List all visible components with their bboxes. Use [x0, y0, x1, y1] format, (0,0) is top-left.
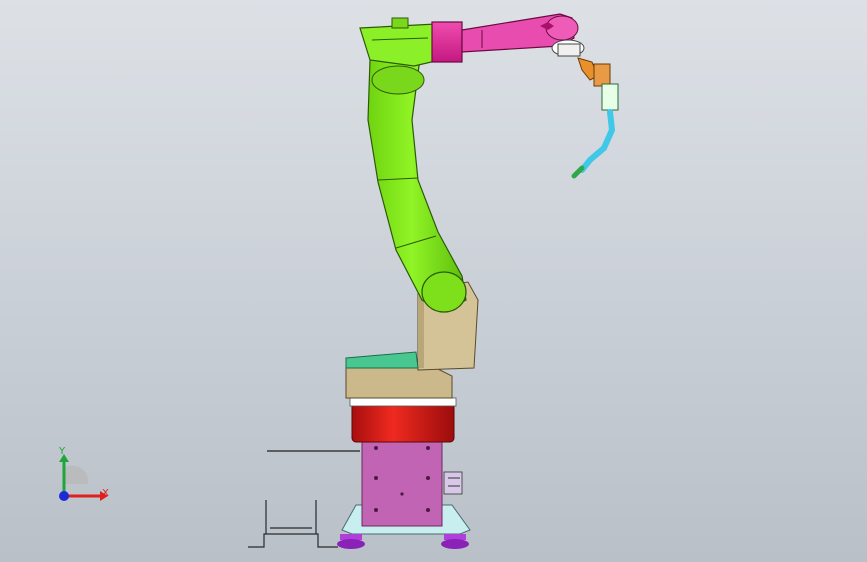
robot-model-canvas[interactable]: X Y [0, 0, 867, 562]
shoulder-cover [345, 351, 419, 369]
leveling-feet [337, 534, 469, 549]
coordinate-triad: X Y [58, 446, 109, 501]
torch-nozzle [571, 165, 585, 179]
floor-bracket [248, 500, 338, 548]
forearm[interactable] [431, 13, 579, 63]
y-axis-label: Y [58, 446, 66, 457]
cad-viewport[interactable]: X Y [0, 0, 867, 562]
welding-torch[interactable] [571, 83, 619, 179]
base-ring-flange [349, 397, 457, 407]
z-axis-dot [59, 491, 69, 501]
control-cabinet[interactable] [361, 433, 443, 527]
x-axis-label: X [102, 488, 109, 499]
upper-joint-housing[interactable] [359, 17, 441, 95]
side-mount [443, 471, 463, 495]
torch-mount [577, 57, 611, 87]
wrist-flange[interactable] [551, 39, 585, 57]
lower-arm[interactable] [367, 57, 467, 313]
elbow-joint [421, 271, 467, 313]
triad-arc [64, 465, 89, 484]
shoulder-edge [418, 292, 424, 368]
base-rotary-ring[interactable] [351, 401, 455, 443]
